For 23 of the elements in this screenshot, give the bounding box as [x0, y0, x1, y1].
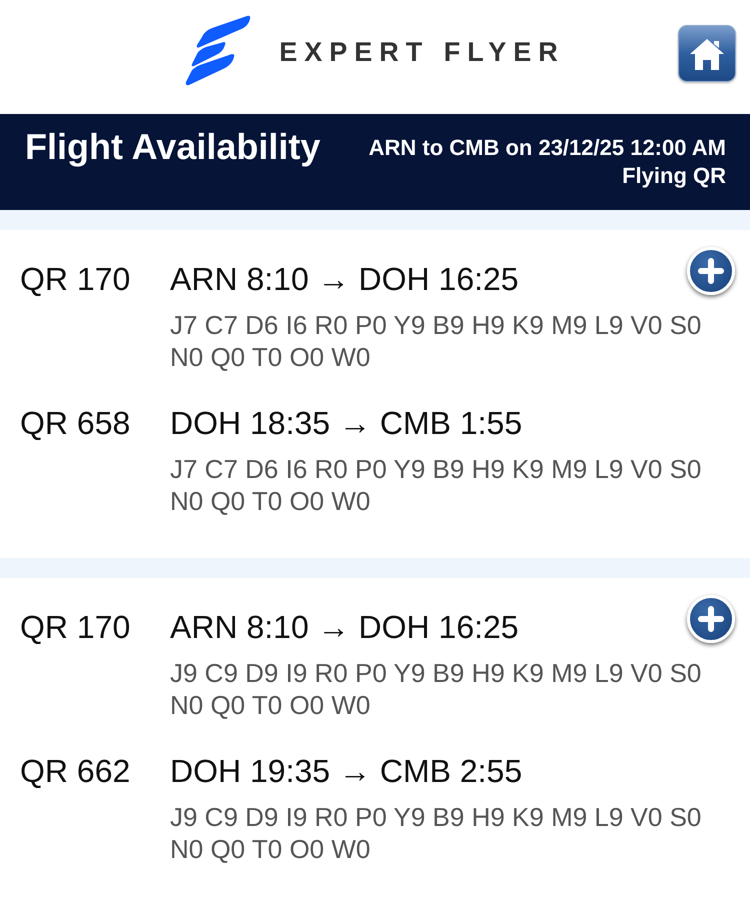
home-icon [689, 36, 725, 70]
brand-name: EXPERT FLYER [279, 36, 565, 68]
page-title: Flight Availability [25, 127, 320, 167]
plus-icon [698, 606, 724, 632]
carrier-label: Flying QR [622, 162, 726, 190]
booking-classes: J7 C7 D6 I6 R0 P0 Y9 B9 H9 K9 M9 L9 V0 S0 N0 Q0 T0 O0 W0 [170, 309, 702, 373]
flight-route: DOH 18:35 → CMB 1:55 [170, 405, 522, 441]
route-summary: ARN to CMB on 23/12/25 12:00 AM [368, 134, 726, 162]
flight-route: DOH 19:35 → CMB 2:55 [170, 753, 522, 789]
plus-icon [698, 258, 724, 284]
booking-classes: J7 C7 D6 I6 R0 P0 Y9 B9 H9 K9 M9 L9 V0 S0 N0 Q0 T0 O0 W0 [170, 453, 702, 517]
flight-number: QR 662 [19, 753, 132, 789]
flight-route: ARN 8:10 → DOH 16:25 [170, 261, 519, 297]
booking-classes: J9 C9 D9 I9 R0 P0 Y9 B9 H9 K9 M9 L9 V0 S0 N0 Q0 T0 O0 W0 [170, 657, 702, 721]
flight-route: ARN 8:10 → DOH 16:25 [170, 609, 519, 645]
flight-number: QR 170 [19, 261, 132, 297]
home-button[interactable] [678, 25, 736, 82]
add-button[interactable] [687, 247, 735, 295]
booking-classes: J9 C9 D9 I9 R0 P0 Y9 B9 H9 K9 M9 L9 V0 S0 N0 Q0 T0 O0 W0 [170, 801, 702, 865]
add-button[interactable] [687, 595, 735, 643]
flight-number: QR 170 [19, 609, 132, 645]
flight-number: QR 658 [19, 405, 132, 441]
logo-icon [185, 14, 252, 86]
